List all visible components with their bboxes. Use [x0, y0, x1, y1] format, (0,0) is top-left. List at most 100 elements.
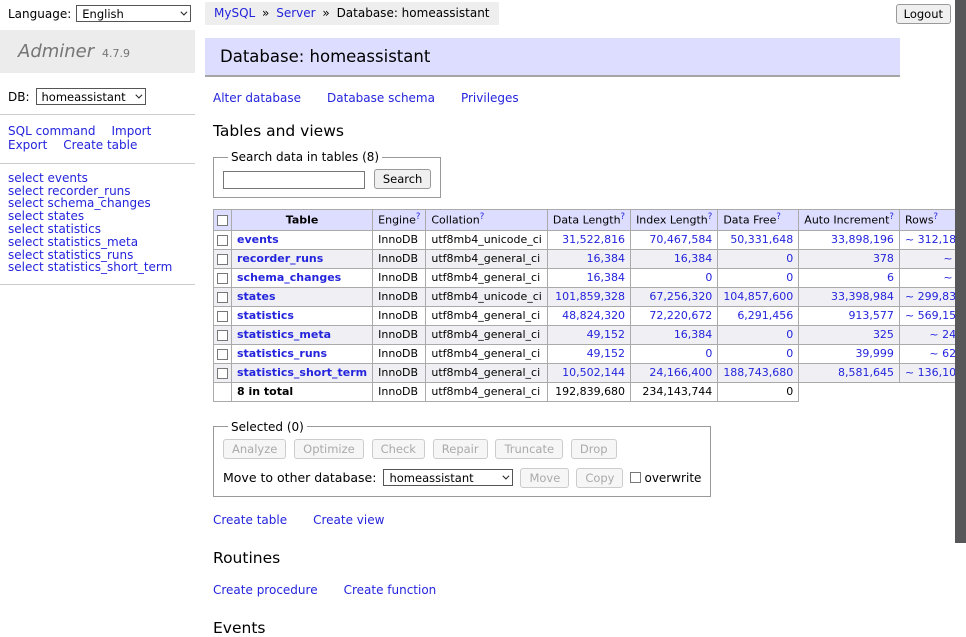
table-name-link[interactable]: statistics	[237, 309, 294, 322]
selected-action-button[interactable]: Optimize	[294, 439, 364, 459]
row-checkbox[interactable]	[217, 273, 228, 284]
index-length-link[interactable]: 0	[705, 347, 712, 360]
data-free-link[interactable]: 0	[786, 252, 793, 265]
alter-database-link[interactable]: Alter database	[213, 91, 301, 105]
index-length-link[interactable]: 0	[705, 271, 712, 284]
data-length-link[interactable]: 49,152	[587, 328, 626, 341]
search-input[interactable]	[223, 171, 365, 189]
breadcrumb-server-link[interactable]: Server	[276, 6, 315, 20]
auto-increment-link[interactable]: 33,898,196	[831, 233, 894, 246]
index-length-link[interactable]: 24,166,400	[649, 366, 712, 379]
auto-increment-cell: 913,577	[799, 306, 900, 325]
move-database-select[interactable]: homeassistant	[383, 469, 513, 486]
create-table-link[interactable]: Create table	[213, 513, 287, 527]
table-name-cell: statistics_meta	[232, 325, 373, 344]
index-length-link[interactable]: 70,467,584	[649, 233, 712, 246]
overwrite-label: overwrite	[644, 471, 701, 485]
data-length-link[interactable]: 48,824,320	[562, 309, 625, 322]
sidebar-link-sql-command[interactable]: SQL command	[8, 124, 95, 138]
data-free-link[interactable]: 0	[786, 271, 793, 284]
data-length-link[interactable]: 16,384	[587, 271, 626, 284]
search-button[interactable]: Search	[374, 169, 432, 189]
auto-increment-link[interactable]: 8,581,645	[838, 366, 894, 379]
sidebar-link-export[interactable]: Export	[8, 138, 47, 152]
index-length-link[interactable]: 16,384	[674, 328, 713, 341]
column-help-link[interactable]: ?	[621, 212, 626, 222]
language-row: Language: English	[8, 5, 195, 22]
column-help-link[interactable]: ?	[889, 212, 894, 222]
selected-action-button[interactable]: Repair	[433, 439, 488, 459]
vertical-scrollbar[interactable]	[955, 0, 966, 543]
row-checkbox[interactable]	[217, 349, 228, 360]
table-name-link[interactable]: states	[237, 290, 276, 303]
data-length-link[interactable]: 10,502,144	[562, 366, 625, 379]
column-help-link[interactable]: ?	[708, 212, 713, 222]
selected-action-button[interactable]: Check	[372, 439, 425, 459]
table-name-link[interactable]: recorder_runs	[237, 252, 323, 265]
db-select-row: DB: homeassistant	[8, 88, 195, 105]
data-length-link[interactable]: 101,859,328	[555, 290, 625, 303]
index-length-link[interactable]: 72,220,672	[649, 309, 712, 322]
row-checkbox[interactable]	[217, 311, 228, 322]
column-header: Index Length?	[631, 210, 718, 231]
copy-button[interactable]: Copy	[576, 468, 623, 488]
index-length-link[interactable]: 67,256,320	[649, 290, 712, 303]
auto-increment-link[interactable]: 6	[887, 271, 894, 284]
row-checkbox-cell	[214, 325, 232, 344]
row-checkbox[interactable]	[217, 292, 228, 303]
auto-increment-link[interactable]: 378	[873, 252, 894, 265]
selected-action-button[interactable]: Analyze	[223, 439, 286, 459]
overwrite-checkbox[interactable]	[630, 472, 641, 483]
column-help-link[interactable]: ?	[480, 212, 485, 222]
selected-action-button[interactable]: Truncate	[495, 439, 563, 459]
table-name-link[interactable]: events	[237, 233, 279, 246]
data-free-link[interactable]: 0	[786, 347, 793, 360]
privileges-link[interactable]: Privileges	[461, 91, 519, 105]
data-free-link[interactable]: 6,291,456	[737, 309, 793, 322]
data-length-link[interactable]: 49,152	[587, 347, 626, 360]
auto-increment-cell: 33,398,984	[799, 287, 900, 306]
row-checkbox[interactable]	[217, 235, 228, 246]
auto-increment-cell: 6	[799, 268, 900, 287]
table-name-link[interactable]: statistics_meta	[237, 328, 331, 341]
engine-cell: InnoDB	[373, 249, 426, 268]
column-help-link[interactable]: ?	[416, 212, 421, 222]
table-name-link[interactable]: schema_changes	[237, 271, 341, 284]
data-free-link[interactable]: 104,857,600	[723, 290, 793, 303]
data-free-link[interactable]: 0	[786, 328, 793, 341]
select-all-checkbox[interactable]	[217, 215, 228, 226]
column-help-link[interactable]: ?	[776, 212, 781, 222]
sidebar-link-create-table[interactable]: Create table	[63, 138, 137, 152]
create-function-link[interactable]: Create function	[344, 583, 437, 597]
row-checkbox[interactable]	[217, 254, 228, 265]
create-view-link[interactable]: Create view	[313, 513, 384, 527]
selected-action-button[interactable]: Drop	[571, 439, 617, 459]
sidebar-table-link[interactable]: statistics_short_term	[47, 260, 172, 274]
create-procedure-link[interactable]: Create procedure	[213, 583, 318, 597]
data-length-link[interactable]: 31,522,816	[562, 233, 625, 246]
database-schema-link[interactable]: Database schema	[327, 91, 435, 105]
tables-overview-table: Table Engine? Collation? Data Length? In…	[213, 209, 966, 402]
table-name-link[interactable]: statistics_short_term	[237, 366, 367, 379]
auto-increment-link[interactable]: 325	[873, 328, 894, 341]
sidebar-link-import[interactable]: Import	[111, 124, 151, 138]
column-header: Data Free?	[718, 210, 799, 231]
data-length-link[interactable]: 16,384	[587, 252, 626, 265]
row-checkbox[interactable]	[217, 330, 228, 341]
total-row: 8 in total InnoDB utf8mb4_general_ci 192…	[214, 382, 966, 401]
auto-increment-link[interactable]: 39,999	[855, 347, 894, 360]
row-checkbox[interactable]	[217, 368, 228, 379]
data-free-link[interactable]: 50,331,648	[730, 233, 793, 246]
language-select[interactable]: English	[76, 5, 191, 22]
index-length-link[interactable]: 16,384	[674, 252, 713, 265]
db-select[interactable]: homeassistant	[36, 88, 146, 105]
logout-button[interactable]: Logout	[896, 4, 951, 24]
auto-increment-link[interactable]: 33,398,984	[831, 290, 894, 303]
select-action-link[interactable]: select	[8, 260, 44, 274]
auto-increment-link[interactable]: 913,577	[848, 309, 894, 322]
move-button[interactable]: Move	[520, 468, 569, 488]
table-name-link[interactable]: statistics_runs	[237, 347, 327, 360]
breadcrumb-mysql-link[interactable]: MySQL	[214, 6, 255, 20]
data-free-link[interactable]: 188,743,680	[723, 366, 793, 379]
column-help-link[interactable]: ?	[934, 212, 939, 222]
